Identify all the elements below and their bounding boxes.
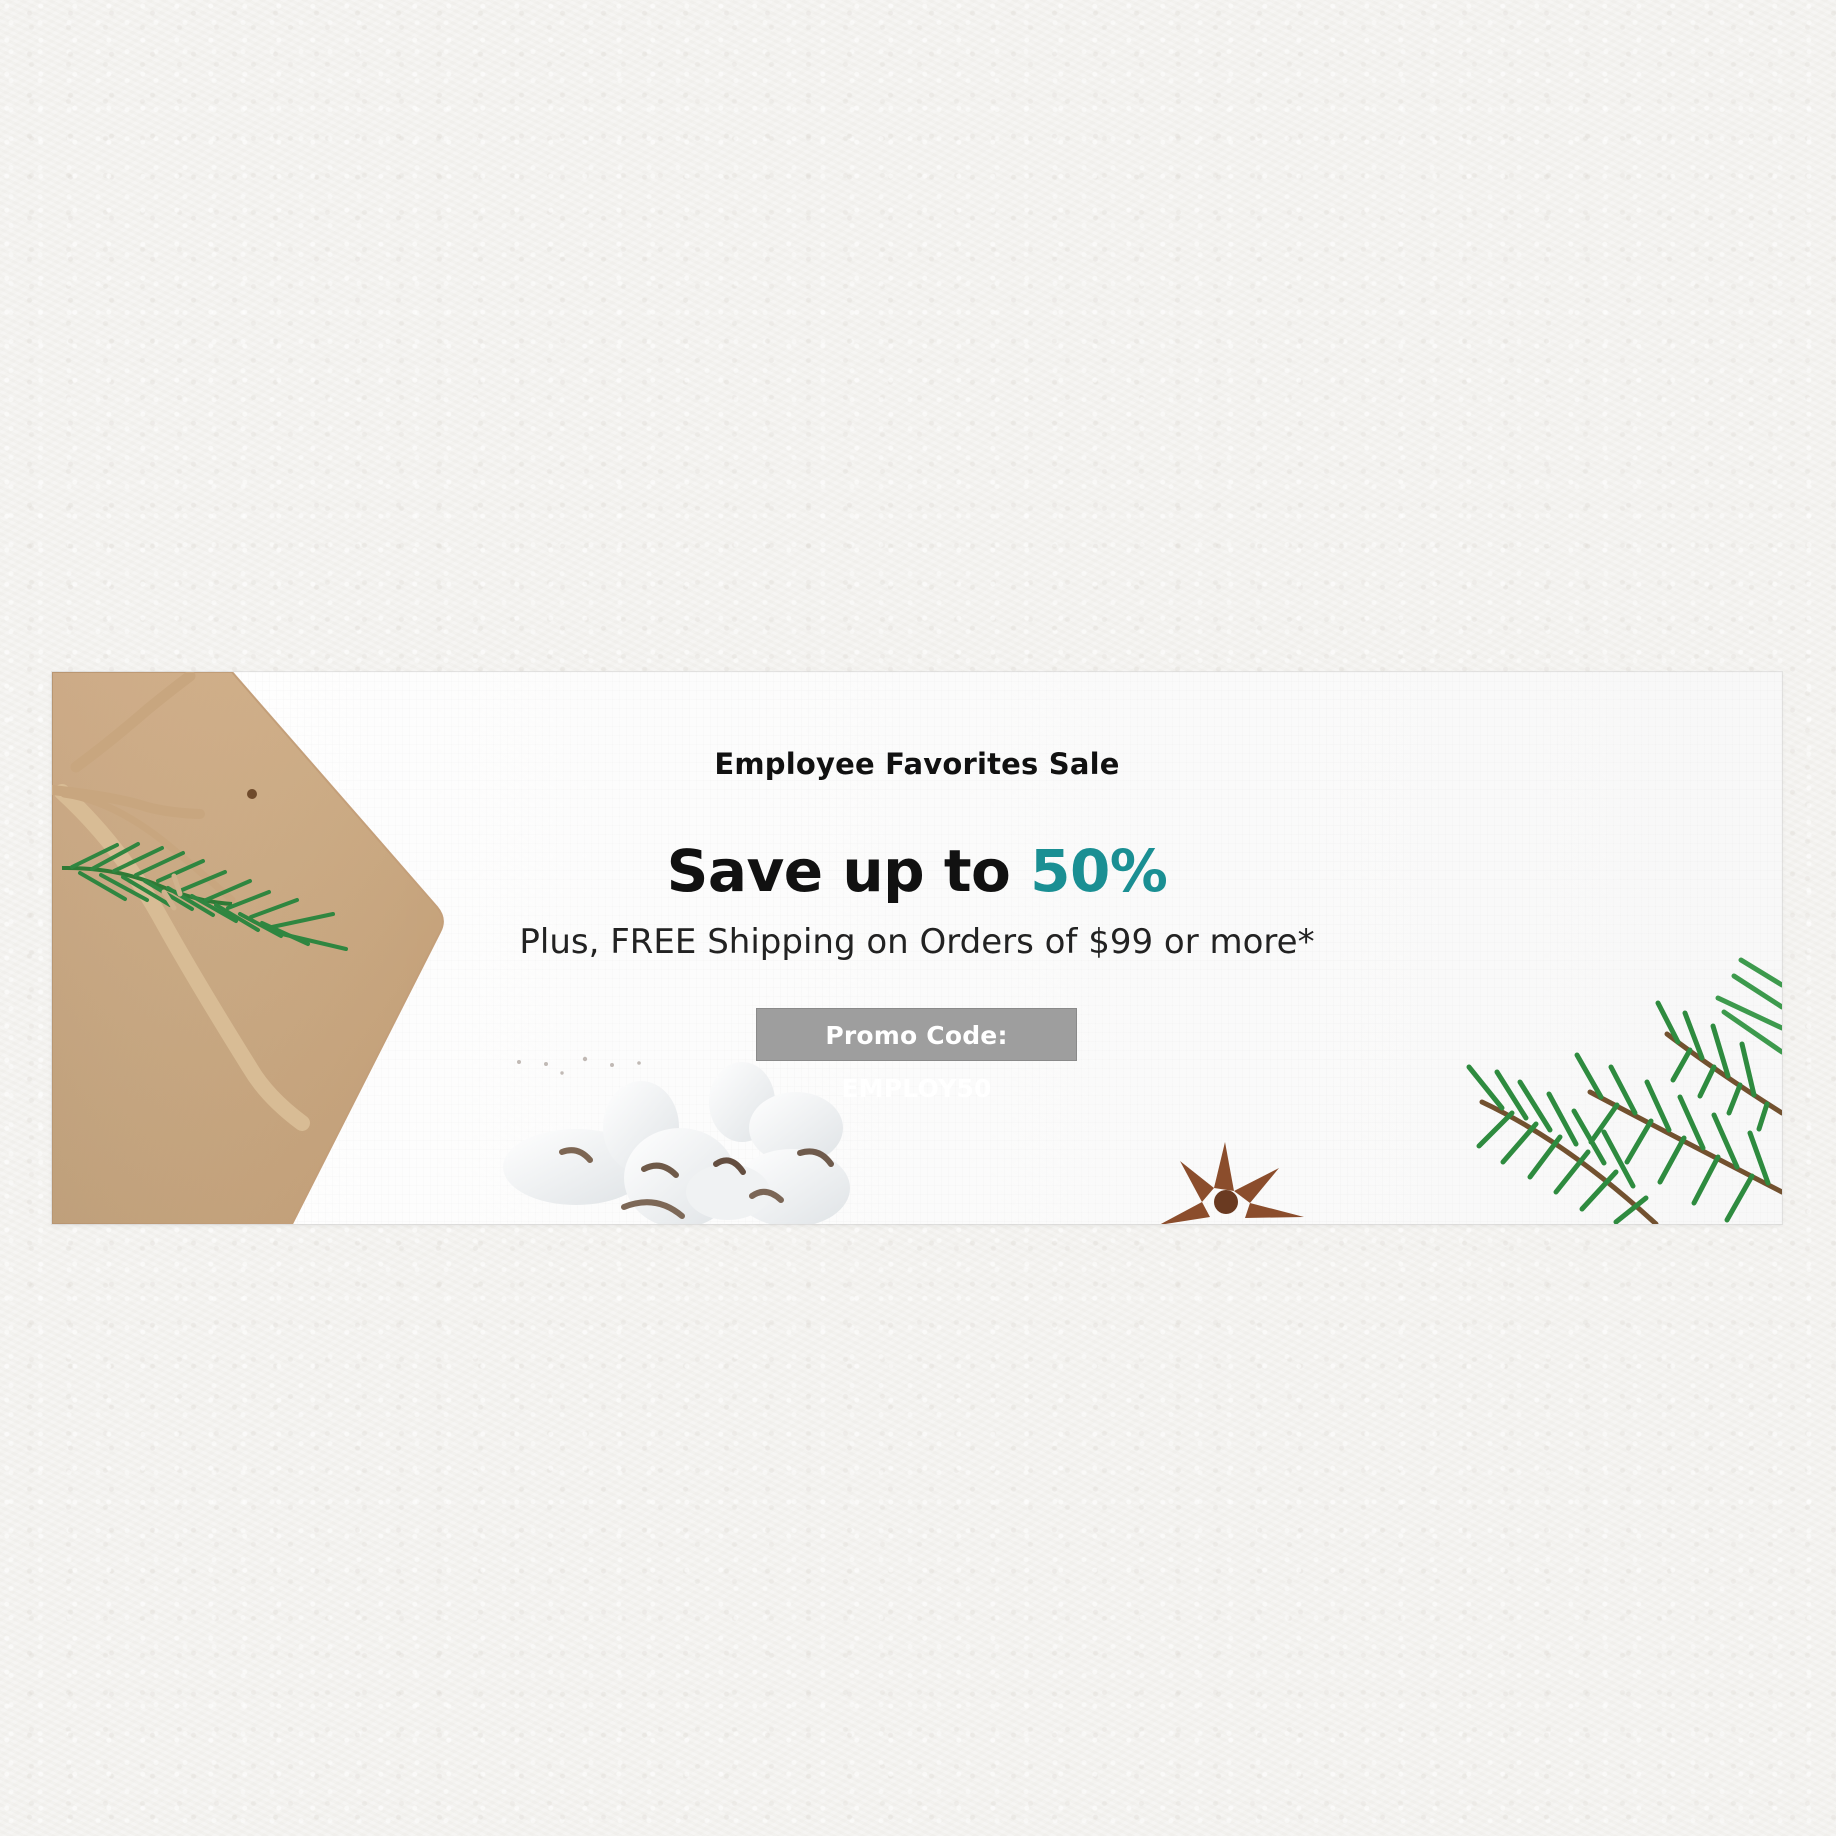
headline-main: Save up to — [666, 837, 1031, 905]
promo-code-badge: Promo Code: EMPLOY50 — [756, 1008, 1077, 1103]
banner-content: Employee Favorites Sale Save up to 50% P… — [52, 672, 1782, 1224]
headline-accent: 50% — [1030, 837, 1168, 905]
headline: Save up to 50% — [52, 837, 1782, 905]
shipping-text: Plus, FREE Shipping on Orders of $99 or … — [519, 922, 1315, 962]
sale-title: Employee Favorites Sale — [714, 747, 1120, 781]
promo-banner: Employee Favorites Sale Save up to 50% P… — [52, 672, 1782, 1224]
